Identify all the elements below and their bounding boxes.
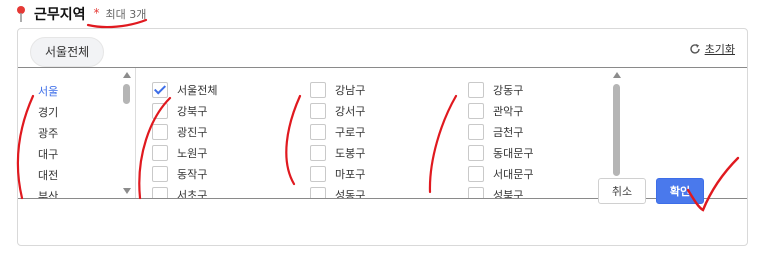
district-checkbox-item[interactable]: 동작구 bbox=[152, 166, 207, 182]
checkbox-checked[interactable] bbox=[152, 82, 168, 98]
checkbox[interactable] bbox=[468, 145, 484, 161]
district-checkbox-item[interactable]: 강남구 bbox=[310, 82, 365, 98]
checkbox[interactable] bbox=[152, 187, 168, 198]
district-label: 강북구 bbox=[177, 105, 208, 118]
checkbox[interactable] bbox=[152, 166, 168, 182]
checkbox[interactable] bbox=[468, 187, 484, 198]
district-label: 강남구 bbox=[335, 84, 366, 97]
district-checkbox-item[interactable]: 동대문구 bbox=[468, 145, 533, 161]
field-title: 근무지역 bbox=[34, 7, 86, 23]
district-checkbox-item[interactable]: 구로구 bbox=[310, 124, 365, 140]
field-header: 근무지역 * 최대 3개 bbox=[14, 4, 146, 24]
checkbox[interactable] bbox=[468, 166, 484, 182]
map-pin-icon bbox=[17, 6, 25, 22]
district-label: 관악구 bbox=[493, 105, 524, 118]
region-list: 서울 경기 광주 대구 대전 부산 bbox=[18, 68, 136, 198]
district-label: 서대문구 bbox=[493, 168, 534, 181]
district-checkbox-item[interactable]: 강서구 bbox=[310, 103, 365, 119]
district-label: 금천구 bbox=[493, 126, 524, 139]
district-checkbox-item[interactable]: 강동구 bbox=[468, 82, 523, 98]
district-label: 성동구 bbox=[335, 189, 366, 199]
reset-label: 초기화 bbox=[704, 43, 735, 56]
district-checkbox-item[interactable]: 금천구 bbox=[468, 124, 523, 140]
checkbox[interactable] bbox=[152, 124, 168, 140]
district-label: 동대문구 bbox=[493, 147, 534, 160]
region-scrollbar[interactable] bbox=[122, 68, 132, 198]
district-checkbox-item[interactable]: 서울전체 bbox=[152, 82, 217, 98]
region-item-daejeon[interactable]: 대전 bbox=[38, 167, 58, 183]
checkbox[interactable] bbox=[468, 124, 484, 140]
checkbox[interactable] bbox=[468, 82, 484, 98]
scroll-thumb[interactable] bbox=[123, 84, 130, 104]
cancel-button[interactable]: 취소 bbox=[598, 178, 646, 204]
checkbox[interactable] bbox=[310, 166, 326, 182]
scroll-up-arrow-icon[interactable] bbox=[123, 72, 131, 78]
checkbox[interactable] bbox=[310, 82, 326, 98]
district-checkbox-item[interactable]: 도봉구 bbox=[310, 145, 365, 161]
district-checkbox-item[interactable]: 서대문구 bbox=[468, 166, 533, 182]
checkbox[interactable] bbox=[310, 124, 326, 140]
required-mark: * bbox=[93, 6, 100, 20]
confirm-button[interactable]: 확인 bbox=[656, 178, 704, 204]
region-item-daegu[interactable]: 대구 bbox=[38, 146, 58, 162]
district-label: 노원구 bbox=[177, 147, 208, 160]
refresh-icon bbox=[689, 44, 700, 54]
district-checkbox-item[interactable]: 서초구 bbox=[152, 187, 208, 199]
district-label: 강동구 bbox=[493, 84, 524, 97]
selected-chip[interactable]: 서울전체 bbox=[30, 37, 105, 67]
region-item-gwangju[interactable]: 광주 bbox=[38, 125, 58, 141]
reset-button[interactable]: 초기화 bbox=[689, 41, 735, 57]
district-checkbox-item[interactable]: 성동구 bbox=[310, 187, 366, 199]
scroll-down-arrow-icon[interactable] bbox=[123, 188, 131, 194]
checkbox[interactable] bbox=[310, 187, 326, 198]
region-item-seoul[interactable]: 서울 bbox=[38, 83, 58, 99]
district-label: 강서구 bbox=[335, 105, 366, 118]
district-label: 서초구 bbox=[177, 189, 208, 199]
district-checkbox-item[interactable]: 마포구 bbox=[310, 166, 365, 182]
checkbox[interactable] bbox=[152, 145, 168, 161]
district-checkbox-item[interactable]: 노원구 bbox=[152, 145, 207, 161]
district-checkbox-item[interactable]: 강북구 bbox=[152, 103, 207, 119]
region-item-busan[interactable]: 부산 bbox=[38, 188, 58, 198]
district-checkbox-item[interactable]: 관악구 bbox=[468, 103, 523, 119]
region-selector-panel: 서울전체 초기화 서울 경기 광주 대구 대전 부산 서울전체 강북구 광진구 … bbox=[17, 28, 748, 246]
district-label: 도봉구 bbox=[335, 147, 366, 160]
district-label: 마포구 bbox=[335, 168, 366, 181]
district-label: 광진구 bbox=[177, 126, 208, 139]
region-item-gyeonggi[interactable]: 경기 bbox=[38, 104, 58, 120]
checkbox[interactable] bbox=[310, 103, 326, 119]
district-checkbox-item[interactable]: 성북구 bbox=[468, 187, 524, 199]
checkbox[interactable] bbox=[468, 103, 484, 119]
scroll-up-arrow-icon[interactable] bbox=[613, 72, 621, 78]
district-label: 동작구 bbox=[177, 168, 208, 181]
checkbox[interactable] bbox=[152, 103, 168, 119]
district-label: 구로구 bbox=[335, 126, 366, 139]
district-label: 성북구 bbox=[493, 189, 524, 199]
district-checkbox-item[interactable]: 광진구 bbox=[152, 124, 207, 140]
scroll-thumb[interactable] bbox=[613, 84, 620, 176]
checkbox[interactable] bbox=[310, 145, 326, 161]
max-selection-note: 최대 3개 bbox=[105, 8, 147, 21]
district-label: 서울전체 bbox=[177, 84, 218, 97]
